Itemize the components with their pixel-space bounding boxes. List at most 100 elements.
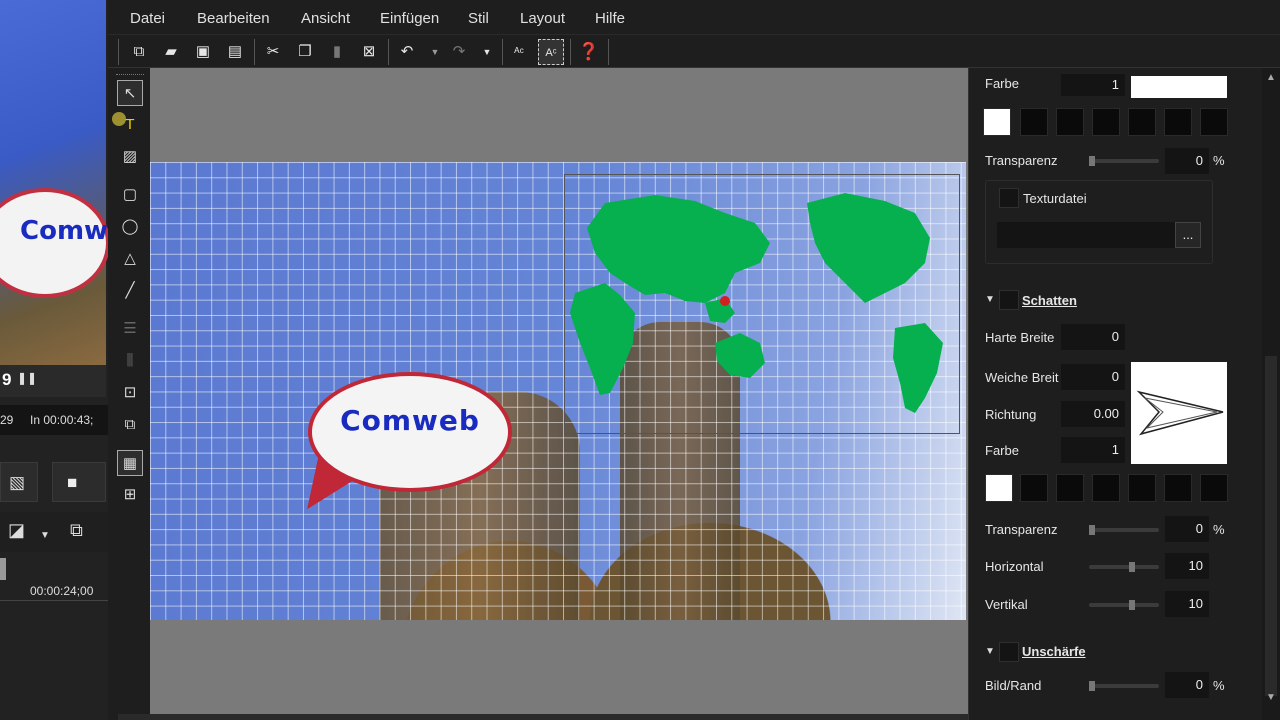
spellcheck-icon[interactable]: ᴬᶜ — [506, 39, 532, 65]
group-icon[interactable]: ⊡ — [117, 380, 143, 406]
swatch[interactable] — [1056, 474, 1084, 502]
shadow-color-index[interactable]: 1 — [1061, 437, 1125, 463]
shadow-transparency-slider[interactable] — [1089, 525, 1159, 535]
swatch[interactable] — [1200, 474, 1228, 502]
vertical-slider[interactable] — [1089, 600, 1159, 610]
swatch[interactable] — [1128, 474, 1156, 502]
direction-field[interactable]: 0.00 — [1061, 401, 1125, 427]
line-icon[interactable]: ╱ — [117, 278, 143, 304]
menu-datei[interactable]: Datei — [130, 10, 165, 27]
redo-icon[interactable]: ↷ — [446, 39, 472, 65]
image-edge-slider[interactable] — [1089, 681, 1159, 691]
save-as-icon[interactable]: ▤ — [222, 39, 248, 65]
open-folder-icon[interactable]: ▰ — [158, 39, 184, 65]
swatch[interactable] — [1020, 474, 1048, 502]
swatch[interactable] — [1164, 474, 1192, 502]
timeline-handle[interactable] — [0, 558, 6, 580]
triangle-icon[interactable]: △ — [117, 246, 143, 272]
menu-bearbeiten[interactable]: Bearbeiten — [197, 10, 270, 27]
layers-icon[interactable]: ⧉ — [70, 520, 83, 541]
menu-stil[interactable]: Stil — [468, 10, 489, 27]
chevron-down-icon[interactable]: ▼ — [474, 39, 500, 65]
text-frame-icon[interactable]: Aᶜ — [538, 39, 564, 65]
image-edge-field[interactable]: 0 — [1165, 672, 1209, 698]
image-icon[interactable]: ▨ — [117, 144, 143, 170]
safe-area-icon[interactable]: ⊞ — [117, 482, 143, 508]
save-icon[interactable]: ▣ — [190, 39, 216, 65]
fill-transparency-label: Transparenz — [985, 153, 1058, 168]
chevron-down-icon[interactable]: ▼ — [40, 530, 50, 541]
selection-box[interactable] — [564, 174, 960, 434]
select-arrow-icon[interactable]: ↖ — [117, 80, 143, 106]
panel-scrollbar[interactable]: ▲ ▼ — [1262, 68, 1280, 720]
shadow-section-title[interactable]: Schatten — [1022, 293, 1077, 308]
menu-einfuegen[interactable]: Einfügen — [380, 10, 439, 27]
horizontal-slider[interactable] — [1089, 562, 1159, 572]
tool-palette: ↖ T ▨ ▢ ◯ △ ╱ ☰ ⫼ ⊡ ⧉ ▦ ⊞ — [108, 68, 150, 720]
diagonal-icon[interactable]: ◪ — [8, 520, 25, 541]
menu-layout[interactable]: Layout — [520, 10, 565, 27]
texture-path-field[interactable] — [997, 222, 1175, 248]
undo-icon[interactable]: ↶ — [394, 39, 420, 65]
shadow-direction-preview[interactable] — [1131, 362, 1227, 464]
scroll-up-icon[interactable]: ▲ — [1266, 72, 1276, 83]
fill-transparency-slider[interactable] — [1089, 156, 1159, 166]
texture-browse-button[interactable]: ... — [1175, 222, 1201, 248]
slider-knob[interactable] — [1129, 562, 1135, 572]
swatch[interactable] — [1092, 474, 1120, 502]
fill-color-index[interactable]: 1 — [1061, 74, 1125, 96]
swatch[interactable] — [1092, 108, 1120, 136]
chevron-down-icon[interactable]: ▼ — [422, 39, 448, 65]
main-toolbar: ⧉ ▰ ▣ ▤ ✂ ❐ ▮ ⊠ ↶ ▼ ↷ ▼ ᴬᶜ Aᶜ ❓ — [108, 34, 1280, 68]
swatch-white[interactable] — [983, 108, 1011, 136]
slider-knob[interactable] — [1089, 156, 1095, 166]
swatch[interactable] — [1128, 108, 1156, 136]
collapse-triangle-icon[interactable]: ▼ — [985, 646, 995, 657]
copy-icon[interactable]: ❐ — [292, 39, 318, 65]
grid-icon[interactable]: ▦ — [117, 450, 143, 476]
help-icon[interactable]: ❓ — [576, 39, 602, 65]
fill-transparency-field[interactable]: 0 — [1165, 148, 1209, 174]
box-button[interactable]: ■ — [52, 462, 106, 502]
align-icon[interactable]: ☰ — [117, 316, 143, 342]
ellipse-icon[interactable]: ◯ — [117, 214, 143, 240]
soft-width-field[interactable]: 0 — [1061, 364, 1125, 390]
scrollbar-thumb[interactable] — [1265, 356, 1277, 696]
distribute-icon[interactable]: ⫼ — [117, 348, 143, 374]
title-canvas[interactable]: Comweb — [150, 162, 966, 620]
slider-knob[interactable] — [1089, 681, 1095, 691]
menu-ansicht[interactable]: Ansicht — [301, 10, 350, 27]
texture-checkbox[interactable] — [999, 188, 1019, 208]
horizontal-field[interactable]: 10 — [1165, 553, 1209, 579]
swatch[interactable] — [1020, 108, 1048, 136]
collapse-triangle-icon[interactable]: ▼ — [985, 294, 995, 305]
shadow-checkbox[interactable] — [999, 290, 1019, 310]
slider-knob[interactable] — [1089, 525, 1095, 535]
speech-bubble[interactable]: Comweb — [308, 372, 512, 492]
vertical-field[interactable]: 10 — [1165, 591, 1209, 617]
paste-icon[interactable]: ▮ — [324, 39, 350, 65]
hard-width-field[interactable]: 0 — [1061, 324, 1125, 350]
blur-checkbox[interactable] — [999, 642, 1019, 662]
delete-icon[interactable]: ⊠ — [356, 39, 382, 65]
shadow-transparency-field[interactable]: 0 — [1165, 516, 1209, 542]
cut-icon[interactable]: ✂ — [260, 39, 286, 65]
swatch[interactable] — [1056, 108, 1084, 136]
fill-color-label: Farbe — [985, 76, 1019, 91]
swatch[interactable] — [1200, 108, 1228, 136]
horizontal-scrollbar[interactable] — [118, 714, 968, 720]
pause-icon[interactable]: ❚❚ — [17, 371, 37, 385]
new-icon[interactable]: ⧉ — [126, 39, 152, 65]
soft-width-label: Weiche Breit — [985, 370, 1059, 385]
blur-section-title[interactable]: Unschärfe — [1022, 644, 1086, 659]
arrange-icon[interactable]: ⧉ — [117, 412, 143, 438]
scroll-down-icon[interactable]: ▼ — [1266, 692, 1276, 703]
swatch-white[interactable] — [985, 474, 1013, 502]
rectangle-icon[interactable]: ▢ — [117, 182, 143, 208]
menu-hilfe[interactable]: Hilfe — [595, 10, 625, 27]
swatch[interactable] — [1164, 108, 1192, 136]
fill-color-preview[interactable] — [1131, 76, 1227, 98]
slider-knob[interactable] — [1129, 600, 1135, 610]
speech-bubble-text[interactable]: Comweb — [312, 404, 508, 437]
mask-button[interactable]: ▧ — [0, 462, 38, 502]
